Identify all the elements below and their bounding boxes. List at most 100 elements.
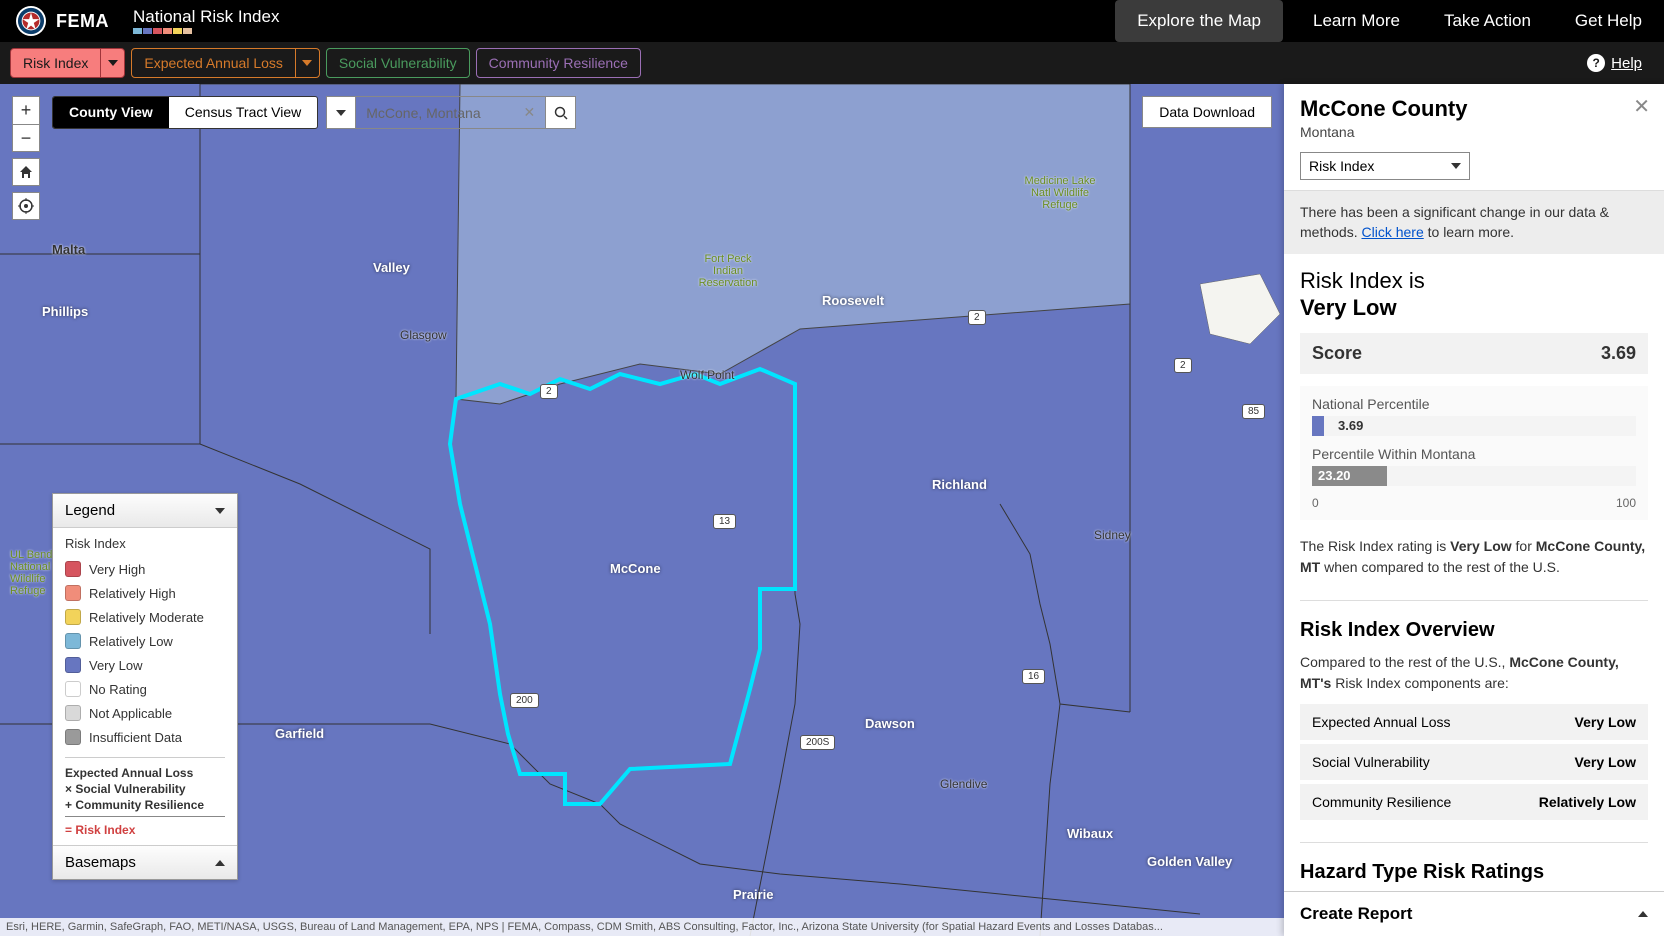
county-label: Prairie: [733, 887, 773, 902]
formula-eal: Expected Annual Loss: [65, 766, 193, 780]
legend-item: No Rating: [65, 677, 225, 701]
state-perc-label: Percentile Within Montana: [1312, 446, 1636, 462]
data-download-button[interactable]: Data Download: [1142, 96, 1272, 128]
clear-search-icon[interactable]: ✕: [524, 104, 536, 121]
percentile-block: National Percentile 3.69 Percentile With…: [1300, 386, 1648, 520]
locate-button[interactable]: [12, 192, 40, 220]
zoom-in-button[interactable]: +: [12, 96, 40, 124]
overview-text: Compared to the rest of the U.S., McCone…: [1300, 652, 1648, 694]
nat-perc-label: National Percentile: [1312, 396, 1636, 412]
state-perc-value: 23.20: [1318, 468, 1351, 483]
legend-swatch: [65, 657, 81, 673]
county-label: Richland: [932, 477, 987, 492]
nav-action[interactable]: Take Action: [1422, 0, 1553, 42]
app-header: FEMA National Risk Index Explore the Map…: [0, 0, 1664, 42]
overview-section: Risk Index Overview Compared to the rest…: [1300, 600, 1648, 820]
score-label: Score: [1312, 343, 1362, 364]
legend-label: Not Applicable: [89, 706, 172, 721]
component-row: Social Vulnerability Very Low: [1300, 744, 1648, 780]
filter-cr[interactable]: Community Resilience: [476, 48, 641, 78]
component-row: Community ResilienceRelatively Low: [1300, 784, 1648, 820]
chevron-down-icon[interactable]: [100, 49, 124, 77]
city-label: Sidney: [1094, 528, 1131, 542]
legend-label: Relatively High: [89, 586, 176, 601]
legend-swatch: [65, 561, 81, 577]
legend-toggle[interactable]: Legend: [53, 494, 237, 528]
search-input[interactable]: McCone, Montana ✕: [356, 96, 546, 129]
notice-link[interactable]: Click here: [1361, 224, 1423, 240]
filter-eal-label: Expected Annual Loss: [132, 55, 295, 71]
search-button[interactable]: [546, 96, 576, 129]
component-value: Very Low: [1575, 754, 1636, 770]
search-type-dropdown[interactable]: [326, 96, 356, 129]
city-label: Wolf Point: [680, 368, 734, 382]
legend-swatch: [65, 681, 81, 697]
legend-formula: Expected Annual Loss × Social Vulnerabil…: [65, 757, 225, 837]
legend-item: Relatively Low: [65, 629, 225, 653]
tract-view-button[interactable]: Census Tract View: [169, 97, 317, 128]
component-name: Expected Annual Loss: [1312, 714, 1451, 730]
zoom-out-button[interactable]: −: [12, 124, 40, 152]
city-label: Malta: [52, 242, 85, 257]
home-button[interactable]: [12, 158, 40, 186]
county-label: Valley: [373, 260, 410, 275]
search-group: McCone, Montana ✕: [326, 96, 576, 129]
overview-heading: Risk Index Overview: [1300, 619, 1648, 642]
fema-logo: FEMA: [0, 6, 125, 36]
route-badge: 200S: [800, 735, 835, 750]
city-label: Glasgow: [400, 328, 447, 342]
help-link[interactable]: ? Help: [1587, 54, 1654, 72]
legend-panel: Legend Risk Index Very HighRelatively Hi…: [52, 493, 238, 880]
route-badge: 2: [540, 384, 558, 399]
nav-links: Explore the Map Learn More Take Action G…: [1115, 0, 1664, 42]
sidebar-county: McCone County: [1300, 96, 1648, 122]
nav-explore[interactable]: Explore the Map: [1115, 0, 1283, 42]
sidebar-state: Montana: [1300, 124, 1648, 140]
legend-swatch: [65, 633, 81, 649]
sidebar-panel: ✕ McCone County Montana Risk Index There…: [1284, 84, 1664, 936]
route-badge: 200: [510, 693, 539, 708]
legend-item: Very Low: [65, 653, 225, 677]
help-icon: ?: [1587, 54, 1605, 72]
selector-value: Risk Index: [1309, 158, 1374, 174]
fema-seal-icon: [16, 6, 46, 36]
rating-summary: The Risk Index rating is Very Low for Mc…: [1300, 536, 1648, 578]
legend-item: Insufficient Data: [65, 725, 225, 749]
chevron-down-icon[interactable]: [295, 49, 319, 77]
county-label: Dawson: [865, 716, 915, 731]
route-badge: 13: [713, 514, 736, 529]
legend-item: Relatively Moderate: [65, 605, 225, 629]
view-toggle: County View Census Tract View: [52, 96, 318, 129]
create-report-label: Create Report: [1300, 904, 1412, 924]
sidebar-close-button[interactable]: ✕: [1633, 94, 1650, 119]
legend-label: Very Low: [89, 658, 142, 673]
risk-type-selector[interactable]: Risk Index: [1300, 152, 1470, 180]
component-name: Social Vulnerability: [1312, 754, 1430, 770]
filter-risk-index[interactable]: Risk Index: [10, 48, 125, 78]
nav-learn[interactable]: Learn More: [1291, 0, 1422, 42]
component-value: Very Low: [1575, 714, 1636, 730]
county-label: Garfield: [275, 726, 324, 741]
basemaps-text: Basemaps: [65, 854, 136, 871]
basemaps-toggle[interactable]: Basemaps: [53, 845, 237, 879]
county-view-button[interactable]: County View: [53, 97, 169, 128]
route-badge: 2: [1174, 358, 1192, 373]
legend-label: No Rating: [89, 682, 147, 697]
legend-item: Not Applicable: [65, 701, 225, 725]
legend-label: Relatively Moderate: [89, 610, 204, 625]
filter-eal[interactable]: Expected Annual Loss: [131, 48, 320, 78]
search-value: McCone, Montana: [366, 105, 480, 121]
perc-axis: 0 100: [1312, 496, 1636, 510]
create-report-button[interactable]: Create Report: [1284, 891, 1664, 936]
title-swatches: [133, 28, 279, 34]
score-row: Score 3.69: [1300, 333, 1648, 374]
help-text: Help: [1611, 55, 1642, 72]
city-label: Glendive: [940, 777, 987, 791]
route-badge: 2: [968, 310, 986, 325]
nav-help[interactable]: Get Help: [1553, 0, 1664, 42]
legend-item: Very High: [65, 557, 225, 581]
filter-sv[interactable]: Social Vulnerability: [326, 48, 470, 78]
legend-label: Very High: [89, 562, 145, 577]
nat-perc-bar: 3.69: [1312, 416, 1636, 436]
map-controls: + −: [12, 96, 40, 220]
